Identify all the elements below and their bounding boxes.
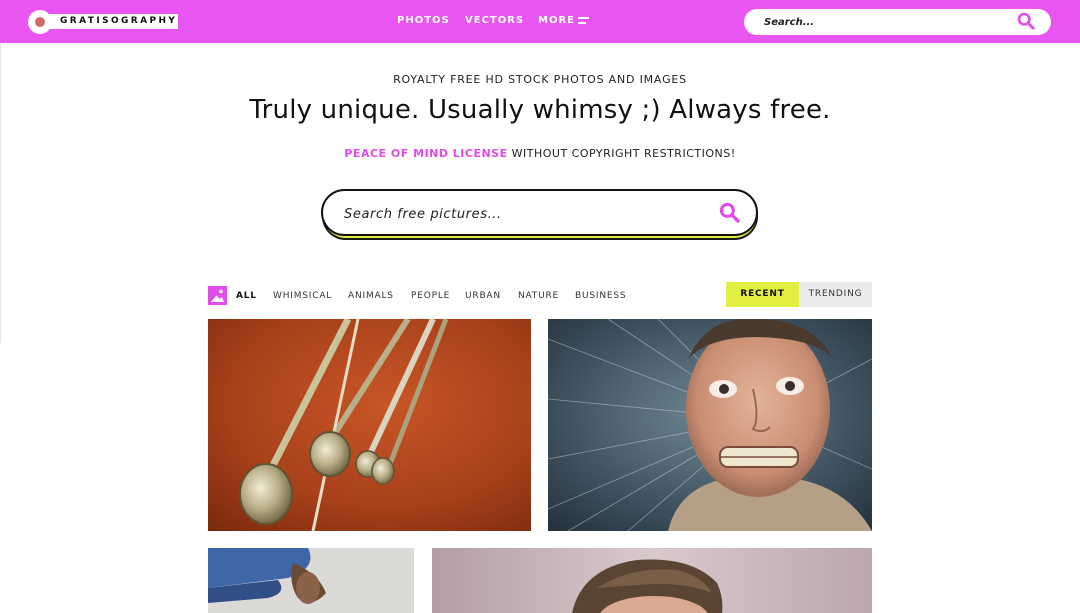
page-edge-divider (0, 43, 1, 343)
site-logo[interactable]: GRATISOGRAPHY (28, 10, 178, 34)
logo-dot-icon (35, 17, 45, 27)
menu-lines-icon[interactable] (578, 17, 589, 25)
main-search-bar[interactable] (321, 189, 758, 236)
filter-animals[interactable]: ANIMALS (348, 291, 394, 302)
nav-vectors-link[interactable]: VECTORS (465, 14, 524, 28)
header-search-bar[interactable] (744, 9, 1051, 35)
filter-urban[interactable]: URBAN (465, 291, 501, 302)
filter-whimsical[interactable]: WHIMSICAL (273, 291, 332, 302)
filter-all[interactable]: ALL (236, 291, 257, 302)
filter-business[interactable]: BUSINESS (575, 291, 626, 302)
search-icon[interactable] (1017, 12, 1035, 30)
sort-trending-button[interactable]: TRENDING (799, 282, 872, 307)
filter-people[interactable]: PEOPLE (411, 291, 450, 302)
license-text: WITHOUT COPYRIGHT RESTRICTIONS! (507, 147, 736, 160)
logo-text: GRATISOGRAPHY (60, 16, 178, 26)
hero-license-line: PEACE OF MIND LICENSE WITHOUT COPYRIGHT … (0, 147, 1080, 160)
nav-photos-link[interactable]: PHOTOS (397, 14, 450, 28)
photo-grimacing-man[interactable] (548, 319, 872, 531)
nav-more-link[interactable]: MORE (538, 14, 575, 28)
search-icon[interactable] (719, 202, 740, 223)
filter-nature[interactable]: NATURE (518, 291, 559, 302)
photo-measuring-spoons[interactable] (208, 319, 531, 531)
hero-eyebrow: ROYALTY FREE HD STOCK PHOTOS AND IMAGES (393, 73, 687, 86)
image-category-icon (208, 286, 227, 305)
photo-styled-hair-man[interactable] (432, 548, 872, 613)
hero-title: Truly unique. Usually whimsy ;) Always f… (249, 95, 831, 125)
license-link[interactable]: PEACE OF MIND LICENSE (344, 147, 507, 160)
sort-recent-button[interactable]: RECENT (726, 282, 799, 307)
main-search-input[interactable] (344, 204, 704, 224)
photo-crouching-person[interactable] (208, 548, 414, 613)
header-search-input[interactable] (764, 14, 1004, 30)
